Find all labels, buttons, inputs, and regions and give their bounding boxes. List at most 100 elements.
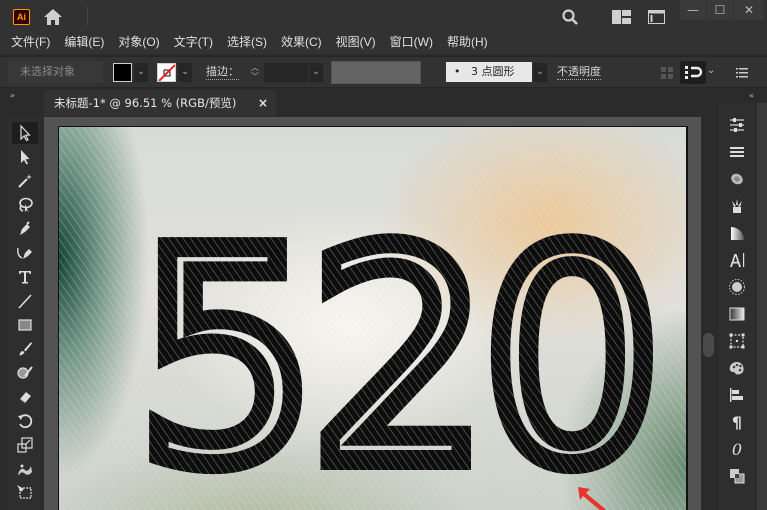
align-options-icon[interactable]: [661, 67, 673, 79]
close-document-icon[interactable]: ×: [258, 90, 268, 116]
transparency-panel-button[interactable]: [727, 304, 747, 324]
transparency-icon: [729, 307, 745, 321]
eraser-tool[interactable]: [12, 386, 38, 408]
stroke-weight-input[interactable]: [264, 63, 308, 82]
curvature-pen-icon: [17, 247, 32, 259]
fill-dropdown-chevron-icon[interactable]: ⌄: [134, 63, 148, 82]
paintbrush-tool[interactable]: [12, 338, 38, 360]
line-segment-icon: [18, 294, 32, 309]
menu-type[interactable]: 文字(T): [174, 32, 213, 54]
glyphs-icon: 0: [731, 439, 743, 459]
paintbrush-icon: [19, 342, 32, 356]
brush-definition-value: 3 点圆形: [471, 65, 515, 78]
curvature-tool[interactable]: [12, 242, 38, 264]
stroke-weight-dropdown-chevron-icon[interactable]: ⌄: [309, 63, 323, 82]
panel-dock-edge: [757, 103, 767, 510]
vertical-scrollbar[interactable]: [701, 117, 715, 510]
workspace-switcher-icon[interactable]: [648, 10, 665, 24]
opacity-label[interactable]: 不透明度: [557, 65, 601, 80]
home-icon[interactable]: [42, 7, 64, 27]
align-panel-button[interactable]: [727, 385, 747, 405]
paragraph-panel-button[interactable]: ¶: [727, 412, 747, 432]
pathfinder-icon: [730, 469, 745, 484]
menu-help[interactable]: 帮助(H): [447, 32, 488, 54]
stroke-color-swatch[interactable]: [157, 63, 176, 82]
menu-bar: 文件(F) 编辑(E) 对象(O) 文字(T) 选择(S) 效果(C) 视图(V…: [0, 32, 767, 54]
transform-icon: [729, 333, 745, 349]
color-guide-panel-button[interactable]: [727, 358, 747, 378]
shaper-icon: [17, 366, 33, 379]
pen-tool[interactable]: [12, 218, 38, 240]
stroke-label[interactable]: 描边：: [206, 65, 239, 80]
menu-file[interactable]: 文件(F): [11, 32, 50, 54]
puppet-warp-icon: [18, 464, 32, 475]
fill-color-swatch[interactable]: [113, 63, 132, 82]
pen-nib-icon: [20, 221, 30, 235]
search-icon[interactable]: [561, 8, 579, 26]
properties-icon: [730, 118, 744, 132]
gradient-icon: [731, 227, 744, 240]
rectangle-tool[interactable]: [12, 314, 38, 336]
shaper-tool[interactable]: [12, 362, 38, 384]
type-tool[interactable]: [12, 266, 38, 288]
minimize-button[interactable]: —: [680, 0, 706, 20]
magic-wand-tool[interactable]: [12, 170, 38, 192]
layers-panel-button[interactable]: [727, 142, 747, 162]
menu-window[interactable]: 窗口(W): [390, 32, 433, 54]
menu-object[interactable]: 对象(O): [118, 32, 159, 54]
lasso-tool[interactable]: [12, 194, 38, 216]
variable-width-profile-field[interactable]: [331, 61, 421, 84]
brightness-icon: [729, 279, 745, 295]
gradient-panel-button[interactable]: [727, 223, 747, 243]
control-bar: 未选择对象 ⌄ ⌄ 描边： ︿ ﹀ ⌄ • 3 点圆形 ⌄ 不透明度 ⌄: [0, 56, 767, 88]
puppet-warp-tool[interactable]: [12, 458, 38, 480]
document-tab-bar: 未标题-1* @ 96.51 % (RGB/预览) ×: [44, 90, 715, 116]
properties-panel-button[interactable]: [727, 115, 747, 135]
scale-tool[interactable]: [12, 434, 38, 456]
brush-definition-select[interactable]: • 3 点圆形: [446, 62, 532, 82]
menu-view[interactable]: 视图(V): [336, 32, 376, 54]
selection-tool[interactable]: [12, 122, 38, 144]
glyphs-panel-button[interactable]: 0: [727, 439, 747, 459]
character-icon: [730, 253, 745, 267]
stroke-dropdown-chevron-icon[interactable]: ⌄: [178, 63, 192, 82]
magic-wand-icon: [18, 174, 32, 188]
collapse-panels-icon[interactable]: «: [749, 91, 754, 100]
snap-dropdown-chevron-icon[interactable]: ⌄: [707, 65, 715, 76]
canvas-area[interactable]: 520: [44, 117, 701, 510]
title-separator: [87, 6, 88, 26]
pathfinder-panel-button[interactable]: [727, 466, 747, 486]
brush-dropdown-chevron-icon[interactable]: ⌄: [533, 63, 547, 82]
free-transform-tool[interactable]: [12, 482, 38, 504]
document-tab-title: 未标题-1* @ 96.51 % (RGB/预览): [54, 96, 237, 110]
brightness-panel-button[interactable]: [727, 277, 747, 297]
stroke-weight-stepper[interactable]: ︿ ﹀: [248, 63, 262, 82]
scrollbar-thumb[interactable]: [703, 333, 714, 357]
transform-panel-button[interactable]: [727, 331, 747, 351]
arrange-documents-icon[interactable]: [612, 10, 631, 24]
menu-effect[interactable]: 效果(C): [281, 32, 322, 54]
selection-status: 未选择对象: [8, 61, 103, 83]
artwork-text-520[interactable]: 520: [127, 203, 672, 510]
line-segment-tool[interactable]: [12, 290, 38, 312]
artboard[interactable]: 520: [58, 126, 688, 510]
menu-select[interactable]: 选择(S): [227, 32, 267, 54]
selection-arrow-icon: [20, 124, 31, 142]
snap-to-pixel-button[interactable]: [680, 61, 706, 84]
brush-bullet-icon: •: [454, 65, 461, 78]
rectangle-icon: [18, 319, 32, 331]
character-panel-button[interactable]: [727, 250, 747, 270]
maximize-button[interactable]: ☐: [707, 0, 733, 20]
magnet-icon: [685, 66, 703, 79]
menu-edit[interactable]: 编辑(E): [64, 32, 104, 54]
direct-selection-tool[interactable]: [12, 146, 38, 168]
direct-selection-arrow-icon: [21, 150, 30, 165]
close-window-button[interactable]: ✕: [734, 0, 764, 20]
symbols-panel-button[interactable]: [727, 196, 747, 216]
expand-toolbar-icon[interactable]: »: [10, 91, 15, 100]
document-tab[interactable]: 未标题-1* @ 96.51 % (RGB/预览) ×: [44, 90, 276, 116]
libraries-panel-button[interactable]: [727, 169, 747, 189]
rotate-tool[interactable]: [12, 410, 38, 432]
control-panel-menu-icon[interactable]: [736, 67, 748, 79]
tools-panel: [8, 118, 41, 510]
